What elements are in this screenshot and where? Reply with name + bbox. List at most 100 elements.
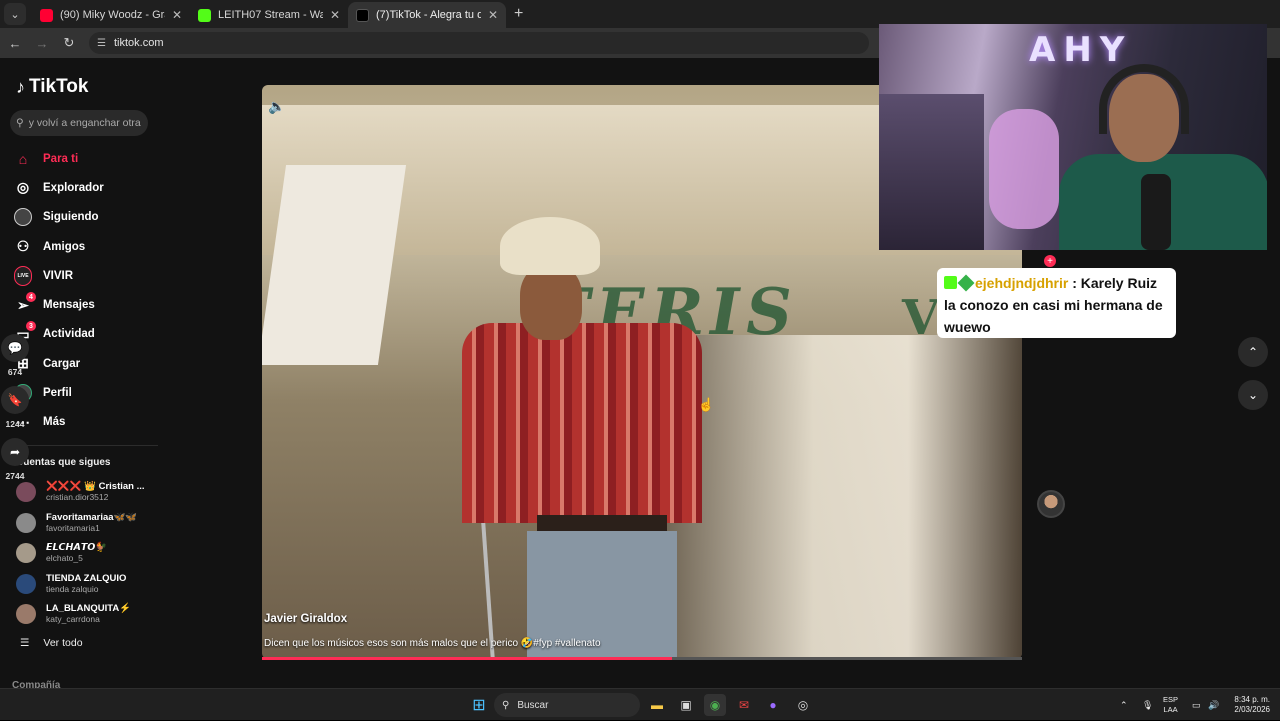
neon-sign: AHY: [1029, 30, 1133, 70]
volume-icon[interactable]: 🔊: [1208, 689, 1219, 721]
close-icon[interactable]: ✕: [172, 8, 182, 22]
search-icon: ⚲: [502, 699, 510, 711]
tab-search-button[interactable]: ⌄: [4, 3, 26, 25]
see-all-button[interactable]: ☰ Ver todo: [20, 637, 83, 649]
following-avatar-icon: [14, 208, 32, 227]
taskbar-search-label: Buscar: [517, 699, 549, 711]
windows-start-icon[interactable]: ⊞: [468, 694, 490, 716]
following-section-title: Cuentas que sigues: [16, 457, 111, 468]
nav-explorador[interactable]: ◎ Explorador: [14, 173, 154, 202]
following-item[interactable]: 𝙀𝙇𝘾𝙃𝘼𝙏𝙊🐓 elchato_5: [16, 538, 156, 569]
following-handle: elchato_5: [46, 553, 83, 564]
store-icon[interactable]: ▣: [675, 694, 697, 716]
tray-overflow-icon[interactable]: ⌃: [1120, 689, 1128, 721]
tiktok-logo[interactable]: ♪ TikTok: [16, 76, 88, 98]
following-name: TIENDA ZALQUIO: [46, 572, 127, 584]
see-all-label: Ver todo: [43, 637, 83, 649]
url-text: tiktok.com: [113, 37, 164, 49]
following-item[interactable]: LA_BLANQUITA⚡ katy_carrdona: [16, 599, 156, 630]
music-avatar[interactable]: [1037, 490, 1065, 518]
following-item[interactable]: Favoritamariaa🦋🦋 favoritamaria1: [16, 508, 156, 539]
following-item[interactable]: ❌❌❌ 👑 Cristian ... cristian.dior3512: [16, 477, 156, 508]
previous-video-button[interactable]: ⌃: [1238, 337, 1268, 367]
url-field[interactable]: ☰ tiktok.com: [89, 32, 869, 54]
figure-shelf: [879, 94, 984, 250]
nav-label: Perfil: [43, 387, 72, 400]
share-action[interactable]: ➦ 2744: [0, 438, 30, 481]
microphone-icon[interactable]: 🎙: [1142, 689, 1153, 721]
headset: [1099, 64, 1189, 134]
language-indicator[interactable]: ESP LAA: [1163, 695, 1178, 715]
tab-title: (7)TikTok - Alegra tu día: [376, 9, 481, 21]
close-icon[interactable]: ✕: [330, 8, 340, 22]
divider: [14, 445, 158, 446]
nav-cargar[interactable]: ⊞ Cargar: [14, 349, 154, 378]
save-action[interactable]: 🔖 1244: [0, 386, 30, 429]
video-author[interactable]: Javier Giraldox: [264, 613, 347, 625]
video-scene-sheet: [262, 165, 407, 365]
site-info-icon[interactable]: ☰: [97, 38, 106, 49]
chevron-up-icon: ⌃: [1247, 345, 1259, 359]
messages-badge: 4: [26, 292, 36, 303]
browser-tab-kick[interactable]: LEITH07 Stream - Watch Live on ✕: [190, 2, 348, 28]
forward-icon[interactable]: →: [30, 36, 54, 51]
volume-icon[interactable]: 🔈: [268, 98, 285, 115]
next-video-button[interactable]: ⌄: [1238, 380, 1268, 410]
chat-username: ejehdjndjdhrir: [975, 275, 1069, 291]
video-scene-singer: [537, 515, 667, 531]
mail-app-icon[interactable]: ✉: [733, 694, 755, 716]
list-icon: ☰: [20, 637, 30, 649]
kick-icon: [198, 8, 211, 22]
kick-badge-icon: [944, 276, 957, 289]
new-tab-button[interactable]: +: [514, 5, 523, 23]
search-input[interactable]: [28, 117, 141, 129]
video-progress-bar[interactable]: [262, 657, 1022, 660]
nav-vivir[interactable]: LIVE VIVIR: [14, 261, 154, 290]
nav-mas[interactable]: ⋯ Más: [14, 408, 154, 437]
comment-icon: 💬: [1, 334, 29, 362]
microphone: [1141, 174, 1171, 250]
live-icon: LIVE: [14, 265, 32, 286]
friends-icon: ⚇: [16, 238, 30, 255]
nav-para-ti[interactable]: ⌂ Para ti: [14, 144, 154, 173]
chrome-icon[interactable]: ◉: [704, 694, 726, 716]
clock-time: 8:34 p. m.: [1234, 695, 1270, 704]
nav-label: Amigos: [43, 240, 86, 253]
tab-title: (90) Miky Woodz - Gracias Dios: [60, 9, 165, 21]
mouse-cursor-icon: ☝: [698, 397, 715, 412]
nav-perfil[interactable]: Perfil: [14, 378, 154, 407]
tab-title: LEITH07 Stream - Watch Live on: [218, 9, 323, 21]
nav-label: Mensajes: [43, 299, 95, 312]
nav-label: Cargar: [43, 357, 81, 370]
nav-amigos[interactable]: ⚇ Amigos: [14, 232, 154, 261]
nav-label: Explorador: [43, 181, 104, 194]
reload-icon[interactable]: ↻: [57, 35, 81, 51]
webcam-overlay: AHY: [879, 24, 1267, 250]
file-explorer-icon[interactable]: ▬: [646, 694, 668, 716]
obs-icon[interactable]: ◎: [792, 694, 814, 716]
avatar: [16, 573, 36, 594]
lang-line: LAA: [1163, 705, 1178, 714]
following-item[interactable]: TIENDA ZALQUIO tienda zalquio: [16, 569, 156, 600]
clock[interactable]: 8:34 p. m. 2/03/2026: [1228, 695, 1270, 715]
taskbar-search[interactable]: ⚲ Buscar: [494, 693, 640, 717]
nav-mensajes[interactable]: ➢ 4 Mensajes: [14, 290, 154, 319]
nav-actividad[interactable]: ▭ 3 Actividad: [14, 320, 154, 349]
browser-tab-youtube[interactable]: (90) Miky Woodz - Gracias Dios ✕: [32, 2, 190, 28]
video-scene-singer: [500, 217, 600, 275]
follow-plus-icon[interactable]: +: [1044, 255, 1056, 267]
browser-tab-tiktok[interactable]: (7)TikTok - Alegra tu día ✕: [348, 2, 506, 28]
nav-label: VIVIR: [43, 269, 74, 282]
network-icon[interactable]: ▭: [1192, 689, 1201, 721]
search-box[interactable]: ⚲: [10, 110, 148, 136]
comment-action[interactable]: 💬 674: [0, 334, 30, 377]
following-name: LA_BLANQUITA⚡: [46, 603, 132, 615]
nav-label: Más: [43, 416, 66, 429]
nav-siguiendo[interactable]: Siguiendo: [14, 203, 154, 232]
gem-badge-icon: [957, 274, 975, 292]
close-icon[interactable]: ✕: [488, 8, 498, 22]
following-name: Favoritamariaa🦋🦋: [46, 511, 138, 523]
back-icon[interactable]: ←: [3, 36, 27, 51]
video-scene-singer: [520, 265, 582, 340]
app-icon[interactable]: ●: [762, 694, 784, 716]
